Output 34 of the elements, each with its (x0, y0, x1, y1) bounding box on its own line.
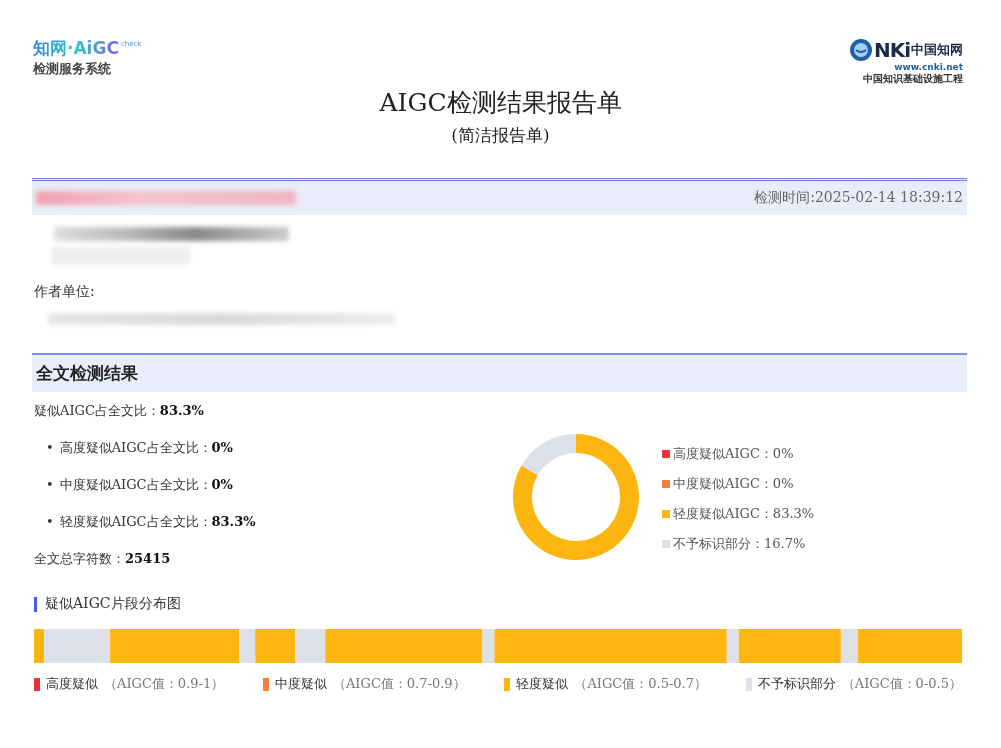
heading-marker (34, 596, 37, 612)
result-item-text: 中度疑似AIGC占全文比：0% (59, 475, 233, 494)
legend-label: 不予标识部分 (757, 675, 836, 693)
summary-text: 疑似AIGC占全文比：83.3% (33, 401, 205, 420)
logo-text: NKi (873, 39, 910, 61)
chart-title: 疑似AIGC片段分布图 (45, 595, 181, 613)
globe-icon (848, 38, 873, 62)
author-unit-label: 作者单位: (34, 283, 96, 301)
bullet-text: • (46, 477, 54, 492)
logo-chinese-name: 中国知网 (911, 41, 963, 59)
logo-url: www.cnki.net (894, 62, 963, 72)
legend-range: （AIGC值：0-0.5） (841, 675, 962, 693)
legend-label: 高度疑似 (46, 675, 98, 693)
detection-time: 检测时间:2025-02-14 18:39:12 (754, 189, 963, 207)
legend-range: （AIGC值：0.5-0.7） (574, 675, 707, 693)
logo-text: 知网·AiGC (33, 38, 119, 58)
legend-label: 中度疑似 (275, 675, 327, 693)
legend-label: 不予标识部分：16.7% (673, 534, 806, 553)
legend-range: （AIGC值：0.7-0.9） (333, 675, 466, 693)
result-item-text: 高度疑似AIGC占全文比：0% (59, 438, 233, 457)
legend-label: 中度疑似AIGC：0% (673, 474, 794, 493)
legend-label: 高度疑似AIGC：0% (673, 444, 794, 463)
logo-subtitle: 检测服务系统 (33, 60, 112, 78)
legend-range: （AIGC值：0.9-1） (104, 675, 225, 693)
legend-label: 轻度疑似AIGC：83.3% (673, 504, 815, 523)
bullet-text: • (46, 514, 54, 529)
logo-tagline: 中国知识基础设施工程 (863, 72, 963, 85)
report-subtitle: (简洁报告单) (451, 124, 550, 147)
report-title: AIGC检测结果报告单 (379, 87, 622, 119)
bullet-text: • (46, 440, 54, 455)
word-count-text: 全文总字符数：25415 (33, 549, 172, 568)
legend-label: 轻度疑似 (516, 675, 569, 693)
section-title: 全文检测结果 (36, 362, 138, 385)
result-item-text: 轻度疑似AIGC占全文比：83.3% (59, 512, 256, 531)
